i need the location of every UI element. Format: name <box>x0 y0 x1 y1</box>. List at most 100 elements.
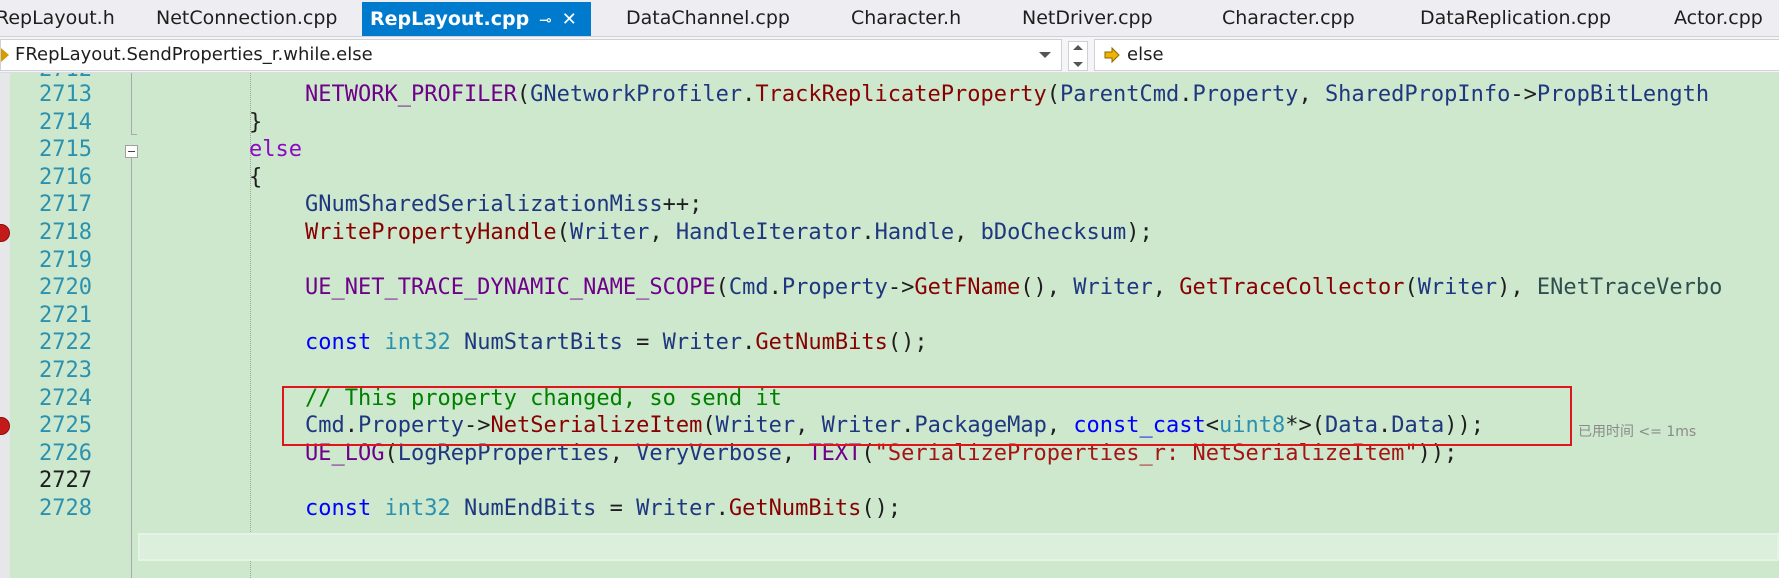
scope-arrow-icon <box>1 48 9 62</box>
scope-text: FRepLayout.SendProperties_r.while.else <box>15 44 373 65</box>
token: Cmd <box>728 275 769 300</box>
pin-icon[interactable]: ⊸ <box>539 3 552 36</box>
token: GNetworkProfiler <box>530 82 743 107</box>
chevron-down-icon[interactable] <box>1073 62 1083 67</box>
token: ( <box>556 220 570 245</box>
scope-dropdown[interactable]: FRepLayout.SendProperties_r.while.else <box>0 39 1062 71</box>
collapse-icon[interactable] <box>125 145 138 158</box>
member-dropdown[interactable]: else <box>1094 39 1779 71</box>
token: . <box>768 275 782 300</box>
token: ( <box>516 82 531 107</box>
token: UE_NET_TRACE_DYNAMIC_NAME_SCOPE <box>305 275 716 300</box>
token: -> <box>1510 82 1537 107</box>
tab-character-cpp[interactable]: Character.cpp <box>1214 3 1363 34</box>
token: (); <box>887 330 928 355</box>
token: , <box>649 220 676 245</box>
tab-label: NetDriver.cpp <box>1022 7 1153 29</box>
tab-label: RepLayout.h <box>0 7 115 29</box>
token: ), <box>1497 275 1537 300</box>
line-number: 2717 <box>39 192 92 217</box>
line-number: 2724 <box>39 386 92 411</box>
line-number: 2720 <box>39 275 92 300</box>
code-line[interactable]: else <box>249 137 302 162</box>
token: ( <box>715 275 729 300</box>
tab-label: Actor.cpp <box>1674 7 1763 29</box>
token: GetTraceCollector <box>1179 275 1405 300</box>
token: Writer <box>636 496 716 521</box>
line-number: 2712 <box>10 73 92 82</box>
glyph-margin[interactable] <box>0 73 10 578</box>
document-tab-strip: RepLayout.h NetConnection.cpp RepLayout.… <box>0 0 1779 37</box>
code-line[interactable]: WritePropertyHandle(Writer, HandleIterat… <box>305 220 1153 245</box>
token: ( <box>1404 275 1418 300</box>
token: const <box>305 330 372 355</box>
token: Property <box>1192 82 1299 107</box>
tab-netconnection-cpp[interactable]: NetConnection.cpp <box>148 3 345 34</box>
token: Property <box>781 275 888 300</box>
navigation-spinner[interactable] <box>1068 41 1088 71</box>
code-line[interactable]: const int32 NumEndBits = Writer.GetNumBi… <box>305 496 901 521</box>
token: NETWORK_PROFILER <box>305 82 517 107</box>
token: NumEndBits <box>463 496 597 521</box>
tab-label: NetConnection.cpp <box>156 7 338 29</box>
code-line[interactable]: } <box>249 110 262 135</box>
line-number: 2725 <box>39 413 92 438</box>
token: int32 <box>384 496 451 521</box>
line-number: 2726 <box>39 441 92 466</box>
token: , <box>954 220 981 245</box>
token: . <box>742 82 756 107</box>
line-number: 2714 <box>39 110 92 135</box>
code-line[interactable]: const int32 NumStartBits = Writer.GetNum… <box>305 330 928 355</box>
code-line[interactable]: NETWORK_PROFILER(GNetworkProfiler.TrackR… <box>305 82 1709 107</box>
token: , <box>1152 275 1180 300</box>
token: -> <box>887 275 915 300</box>
code-line[interactable]: GNumSharedSerializationMiss++; <box>305 192 702 217</box>
token: PropBitLength <box>1536 82 1710 107</box>
line-number: 2713 <box>39 82 92 107</box>
outline-line <box>131 73 132 135</box>
code-line[interactable]: { <box>249 165 262 190</box>
code-line[interactable]: UE_NET_TRACE_DYNAMIC_NAME_SCOPE(Cmd.Prop… <box>305 275 1722 300</box>
code-editor[interactable]: 2712 2713 2714 2715 2716 2717 2718 2719 … <box>0 73 1779 578</box>
token: . <box>1179 82 1193 107</box>
token: ++; <box>662 192 703 217</box>
token: } <box>249 110 263 135</box>
chevron-down-icon[interactable] <box>1039 52 1051 58</box>
token: TrackReplicateProperty <box>755 82 1047 107</box>
token: Handle <box>874 220 955 245</box>
tab-actor-cpp[interactable]: Actor.cpp <box>1666 3 1771 34</box>
outline-line <box>131 134 137 135</box>
tab-netdriver-cpp[interactable]: NetDriver.cpp <box>1014 3 1161 34</box>
token: ENetTraceVerbo <box>1536 275 1723 300</box>
current-line-number: 2727 <box>39 468 92 493</box>
tab-replayout-h[interactable]: RepLayout.h <box>0 3 123 34</box>
line-number: 2728 <box>39 496 92 521</box>
token: { <box>249 165 263 190</box>
chevron-up-icon[interactable] <box>1073 45 1083 50</box>
token: bDoChecksum <box>980 220 1127 245</box>
token: GetNumBits <box>755 330 888 355</box>
tab-datareplication-cpp[interactable]: DataReplication.cpp <box>1412 3 1619 34</box>
line-number: 2719 <box>39 248 92 273</box>
token: GetNumBits <box>728 496 862 521</box>
tab-replayout-cpp[interactable]: RepLayout.cpp ⊸ ✕ <box>362 2 591 36</box>
outline-line <box>131 158 132 578</box>
tab-character-h[interactable]: Character.h <box>843 3 969 34</box>
token: ); <box>1126 220 1153 245</box>
current-line-highlight <box>138 533 1779 561</box>
token: GetFName <box>914 275 1021 300</box>
token: Writer <box>1417 275 1498 300</box>
tab-datachannel-cpp[interactable]: DataChannel.cpp <box>618 3 798 34</box>
close-icon[interactable]: ✕ <box>562 3 577 36</box>
token: const <box>305 496 372 521</box>
token: , <box>1298 82 1325 107</box>
line-number: 2721 <box>39 303 92 328</box>
member-arrow-icon <box>1104 46 1120 64</box>
token: . <box>742 330 756 355</box>
line-number: 2722 <box>39 330 92 355</box>
token: = <box>596 496 637 521</box>
token: = <box>622 330 663 355</box>
